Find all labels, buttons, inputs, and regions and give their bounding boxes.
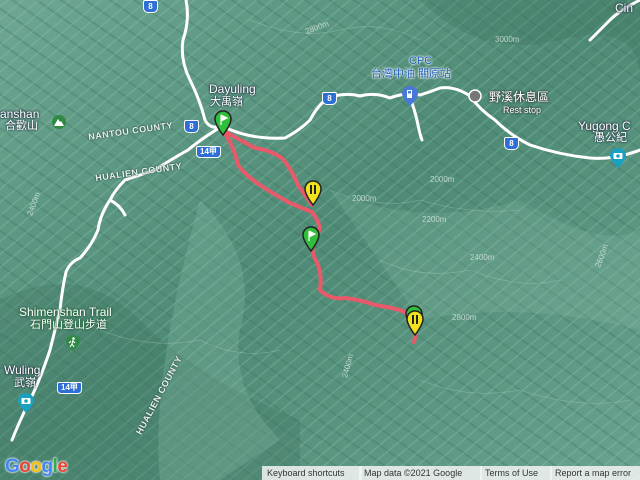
report-map-error-link[interactable]: Report a map error <box>550 466 640 480</box>
contour-label: 3000m <box>495 35 520 44</box>
map-pin-yellow-icon[interactable] <box>406 310 424 336</box>
place-label-hehuanshan[interactable]: anshan <box>0 108 39 120</box>
contour-label: 2000m <box>430 175 455 184</box>
route-8-shield: 8 <box>184 120 199 133</box>
map-pin-green-icon[interactable] <box>302 226 320 252</box>
place-label-wuling[interactable]: Wuling <box>4 364 40 376</box>
place-label-dayuling-cn[interactable]: 大禹嶺 <box>210 97 243 108</box>
place-label-yugong[interactable]: Yugong C <box>578 120 631 132</box>
terms-of-use-link[interactable]: Terms of Use <box>480 466 552 480</box>
contour-label: 2200m <box>422 215 447 224</box>
mountain-peak-icon[interactable] <box>52 115 66 129</box>
camera-icon[interactable] <box>18 393 34 413</box>
poi-label-rest-stop[interactable]: Rest stop <box>503 106 541 115</box>
poi-label-rest-stop-cn[interactable]: 野溪休息區 <box>489 91 549 103</box>
map-view[interactable]: 8 8 8 8 14甲 14甲 Dayuling 大禹嶺 anshan 合歡山 … <box>0 0 640 480</box>
place-label-shimenshan-cn[interactable]: 石門山登山步道 <box>30 320 107 331</box>
terrain-layer <box>0 0 640 480</box>
contour-label: 2000m <box>352 194 377 203</box>
contour-label: 2800m <box>452 313 477 322</box>
map-data-attribution: Map data ©2021 Google <box>359 466 482 480</box>
place-label-dayuling[interactable]: Dayuling <box>209 83 256 95</box>
camera-icon[interactable] <box>610 148 626 168</box>
route-8-shield: 8 <box>322 92 337 105</box>
place-label-shimenshan[interactable]: Shimenshan Trail <box>19 306 112 318</box>
rest-stop-icon[interactable] <box>468 89 482 103</box>
poi-label-cpc-cn[interactable]: 台灣中油 關原站 <box>371 69 451 80</box>
route-8-shield: 8 <box>143 0 158 13</box>
hiking-icon[interactable] <box>66 335 80 351</box>
map-pin-yellow-icon[interactable] <box>304 180 322 206</box>
gas-station-icon[interactable] <box>402 86 418 106</box>
place-label-hehuanshan-cn[interactable]: 合歡山 <box>5 121 38 132</box>
route-14a-shield: 14甲 <box>57 382 82 394</box>
map-pin-green-icon[interactable] <box>214 110 232 136</box>
google-logo: Google <box>5 456 68 477</box>
place-label-cingjing[interactable]: Cin <box>615 2 633 14</box>
route-14a-shield: 14甲 <box>196 146 221 158</box>
poi-label-cpc[interactable]: CPC <box>409 56 432 67</box>
contour-label: 2400m <box>470 253 495 262</box>
route-8-shield: 8 <box>504 137 519 150</box>
place-label-yugong-cn[interactable]: 愚公紀 <box>594 133 627 144</box>
keyboard-shortcuts-link[interactable]: Keyboard shortcuts <box>262 466 362 480</box>
place-label-wuling-cn[interactable]: 武嶺 <box>14 378 36 389</box>
